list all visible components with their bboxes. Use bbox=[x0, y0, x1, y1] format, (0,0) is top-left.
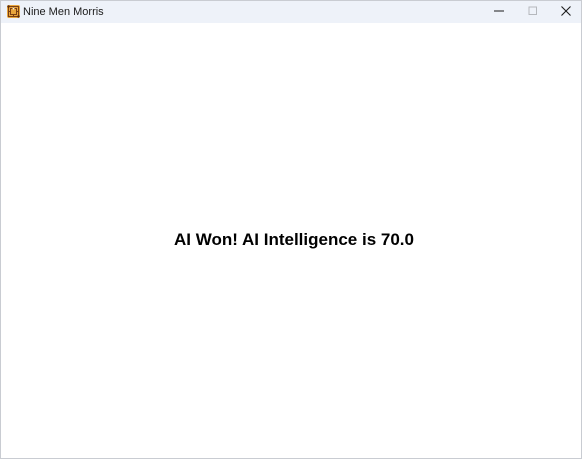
window-title: Nine Men Morris bbox=[23, 6, 104, 18]
title-bar[interactable]: Nine Men Morris bbox=[1, 1, 581, 23]
close-icon bbox=[561, 3, 571, 21]
nine-mens-morris-board-icon bbox=[7, 5, 20, 18]
game-result-message: AI Won! AI Intelligence is 70.0 bbox=[174, 230, 414, 249]
maximize-icon bbox=[528, 3, 538, 21]
game-canvas[interactable]: AI Won! AI Intelligence is 70.0 bbox=[1, 23, 581, 458]
minimize-button[interactable] bbox=[482, 1, 516, 23]
maximize-button[interactable] bbox=[516, 1, 550, 23]
app-window: Nine Men Morris AI Won! AI Intelligence … bbox=[0, 0, 582, 459]
minimize-icon bbox=[494, 3, 504, 21]
close-button[interactable] bbox=[549, 1, 581, 23]
